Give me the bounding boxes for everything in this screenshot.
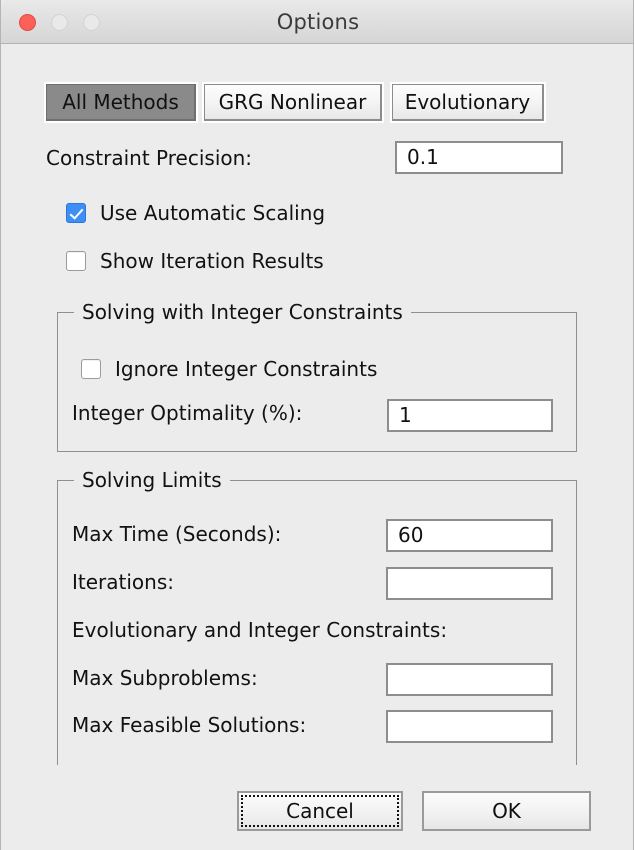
ignore-integer-constraints-label: Ignore Integer Constraints	[115, 357, 378, 381]
max-feasible-solutions-input[interactable]	[386, 710, 553, 743]
tab-evolutionary[interactable]: Evolutionary	[392, 84, 544, 121]
max-subproblems-label: Max Subproblems:	[72, 666, 258, 690]
use-automatic-scaling-row[interactable]: Use Automatic Scaling	[66, 201, 325, 225]
evolutionary-integer-subsection-label: Evolutionary and Integer Constraints:	[72, 618, 448, 642]
iterations-label: Iterations:	[72, 570, 174, 594]
tab-all-methods[interactable]: All Methods	[46, 84, 196, 121]
show-iteration-results-row[interactable]: Show Iteration Results	[66, 249, 324, 273]
window-title: Options	[276, 10, 360, 34]
options-dialog-window: Options All Methods GRG Nonlinear Evolut…	[0, 0, 634, 850]
title-bar: Options	[1, 0, 633, 44]
solving-limits-group-title: Solving Limits	[74, 468, 230, 492]
constraint-precision-input[interactable]: 0.1	[395, 141, 563, 174]
constraint-precision-label: Constraint Precision:	[46, 146, 253, 170]
tab-grg-nonlinear[interactable]: GRG Nonlinear	[204, 84, 382, 121]
max-time-input[interactable]: 60	[386, 519, 553, 552]
integer-optimality-input[interactable]: 1	[387, 399, 553, 432]
ok-button-label: OK	[492, 799, 521, 823]
ok-button[interactable]: OK	[422, 791, 591, 831]
use-automatic-scaling-checkbox[interactable]	[66, 203, 86, 223]
integer-optimality-label: Integer Optimality (%):	[72, 401, 303, 425]
show-iteration-results-label: Show Iteration Results	[100, 249, 324, 273]
tab-evolutionary-label: Evolutionary	[404, 90, 531, 114]
iterations-input[interactable]	[386, 567, 553, 600]
max-subproblems-input[interactable]	[386, 663, 553, 696]
cancel-button-label: Cancel	[286, 799, 354, 823]
max-time-label: Max Time (Seconds):	[72, 522, 282, 546]
max-feasible-solutions-label: Max Feasible Solutions:	[72, 713, 307, 737]
tab-grg-nonlinear-label: GRG Nonlinear	[218, 90, 367, 114]
dialog-content: All Methods GRG Nonlinear Evolutionary C…	[2, 45, 632, 850]
cancel-button[interactable]: Cancel	[237, 791, 403, 831]
show-iteration-results-checkbox[interactable]	[66, 251, 86, 271]
tab-all-methods-label: All Methods	[62, 90, 179, 114]
integer-constraints-group-title: Solving with Integer Constraints	[74, 300, 411, 324]
use-automatic-scaling-label: Use Automatic Scaling	[100, 201, 326, 225]
ignore-integer-constraints-checkbox[interactable]	[81, 359, 101, 379]
ignore-integer-constraints-row[interactable]: Ignore Integer Constraints	[81, 357, 377, 381]
